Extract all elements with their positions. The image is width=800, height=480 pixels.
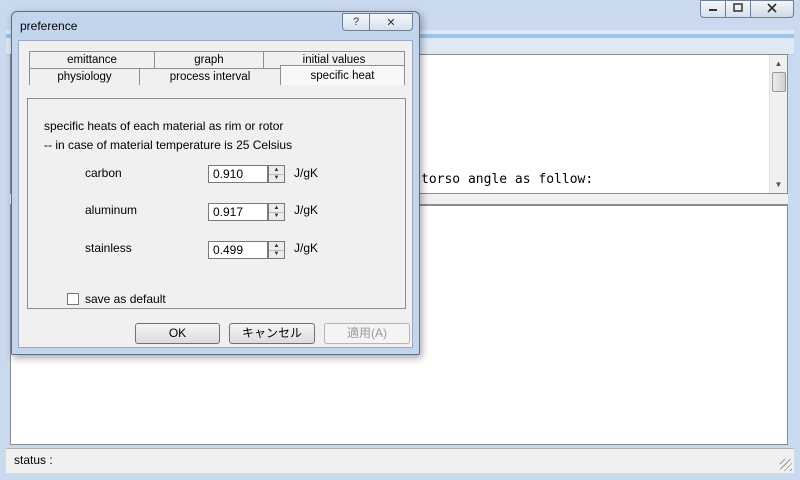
tab-label: physiology xyxy=(57,71,112,83)
specific-heat-panel: specific heats of each material as rim o… xyxy=(27,98,406,309)
carbon-unit: J/gK xyxy=(294,166,319,180)
aluminum-unit: J/gK xyxy=(294,203,319,217)
maximize-icon xyxy=(733,3,743,15)
stainless-spinner[interactable]: ▲ ▼ xyxy=(268,241,285,259)
minimize-button[interactable] xyxy=(700,0,726,18)
tab-label: specific heat xyxy=(310,70,375,82)
carbon-value-input[interactable]: 0.910 xyxy=(208,165,268,183)
description-line-2: -- in case of material temperature is 25… xyxy=(44,138,293,152)
spin-down-icon[interactable]: ▼ xyxy=(269,212,284,220)
tab-label: process interval xyxy=(169,71,251,83)
tab-label: emittance xyxy=(67,54,117,66)
stainless-unit: J/gK xyxy=(294,241,319,255)
close-icon: ✕ xyxy=(386,16,396,29)
close-icon xyxy=(767,2,777,16)
dialog-client: emittance graph initial values physiolog… xyxy=(18,40,413,348)
apply-button[interactable]: 適用(A) xyxy=(324,323,410,344)
aluminum-label: aluminum xyxy=(85,203,138,217)
carbon-label: carbon xyxy=(85,166,122,180)
minimize-icon xyxy=(708,4,718,15)
vertical-scrollbar[interactable]: ▲ ▼ xyxy=(769,55,787,193)
spin-down-icon[interactable]: ▼ xyxy=(269,174,284,182)
spin-down-icon[interactable]: ▼ xyxy=(269,250,284,258)
dialog-controls: ? ✕ xyxy=(342,13,413,31)
tab-physiology[interactable]: physiology xyxy=(29,68,140,85)
cancel-button[interactable]: キャンセル xyxy=(229,323,315,344)
carbon-spinner[interactable]: ▲ ▼ xyxy=(268,165,285,183)
tab-specific-heat[interactable]: specific heat xyxy=(280,65,405,85)
aluminum-value-input[interactable]: 0.917 xyxy=(208,203,268,221)
help-icon: ? xyxy=(352,16,360,28)
help-button[interactable]: ? xyxy=(342,13,370,31)
status-label: status : xyxy=(14,453,53,467)
tab-label: graph xyxy=(194,54,224,66)
dialog-title: preference xyxy=(20,19,78,33)
save-default-checkbox[interactable] xyxy=(67,293,79,305)
save-default-label[interactable]: save as default xyxy=(85,292,166,306)
scroll-thumb[interactable] xyxy=(772,72,786,92)
ok-button[interactable]: OK xyxy=(135,323,220,344)
tab-graph[interactable]: graph xyxy=(154,51,264,68)
tab-emittance[interactable]: emittance xyxy=(29,51,155,68)
window-controls xyxy=(700,0,794,18)
description-line-1: specific heats of each material as rim o… xyxy=(44,119,284,133)
log-text: torso angle as follow: xyxy=(421,172,594,187)
resize-grip-icon[interactable] xyxy=(780,459,792,471)
maximize-button[interactable] xyxy=(725,0,751,18)
aluminum-spinner[interactable]: ▲ ▼ xyxy=(268,203,285,221)
tab-process-interval[interactable]: process interval xyxy=(139,68,281,85)
close-button[interactable] xyxy=(750,0,794,18)
scroll-down-icon[interactable]: ▼ xyxy=(770,176,787,193)
dialog-close-button[interactable]: ✕ xyxy=(369,13,413,31)
stainless-value-input[interactable]: 0.499 xyxy=(208,241,268,259)
status-bar: status : xyxy=(6,448,794,473)
scroll-up-icon[interactable]: ▲ xyxy=(770,55,787,72)
preference-dialog: preference ? ✕ emittance graph initial v… xyxy=(11,11,420,355)
stainless-label: stainless xyxy=(85,241,132,255)
